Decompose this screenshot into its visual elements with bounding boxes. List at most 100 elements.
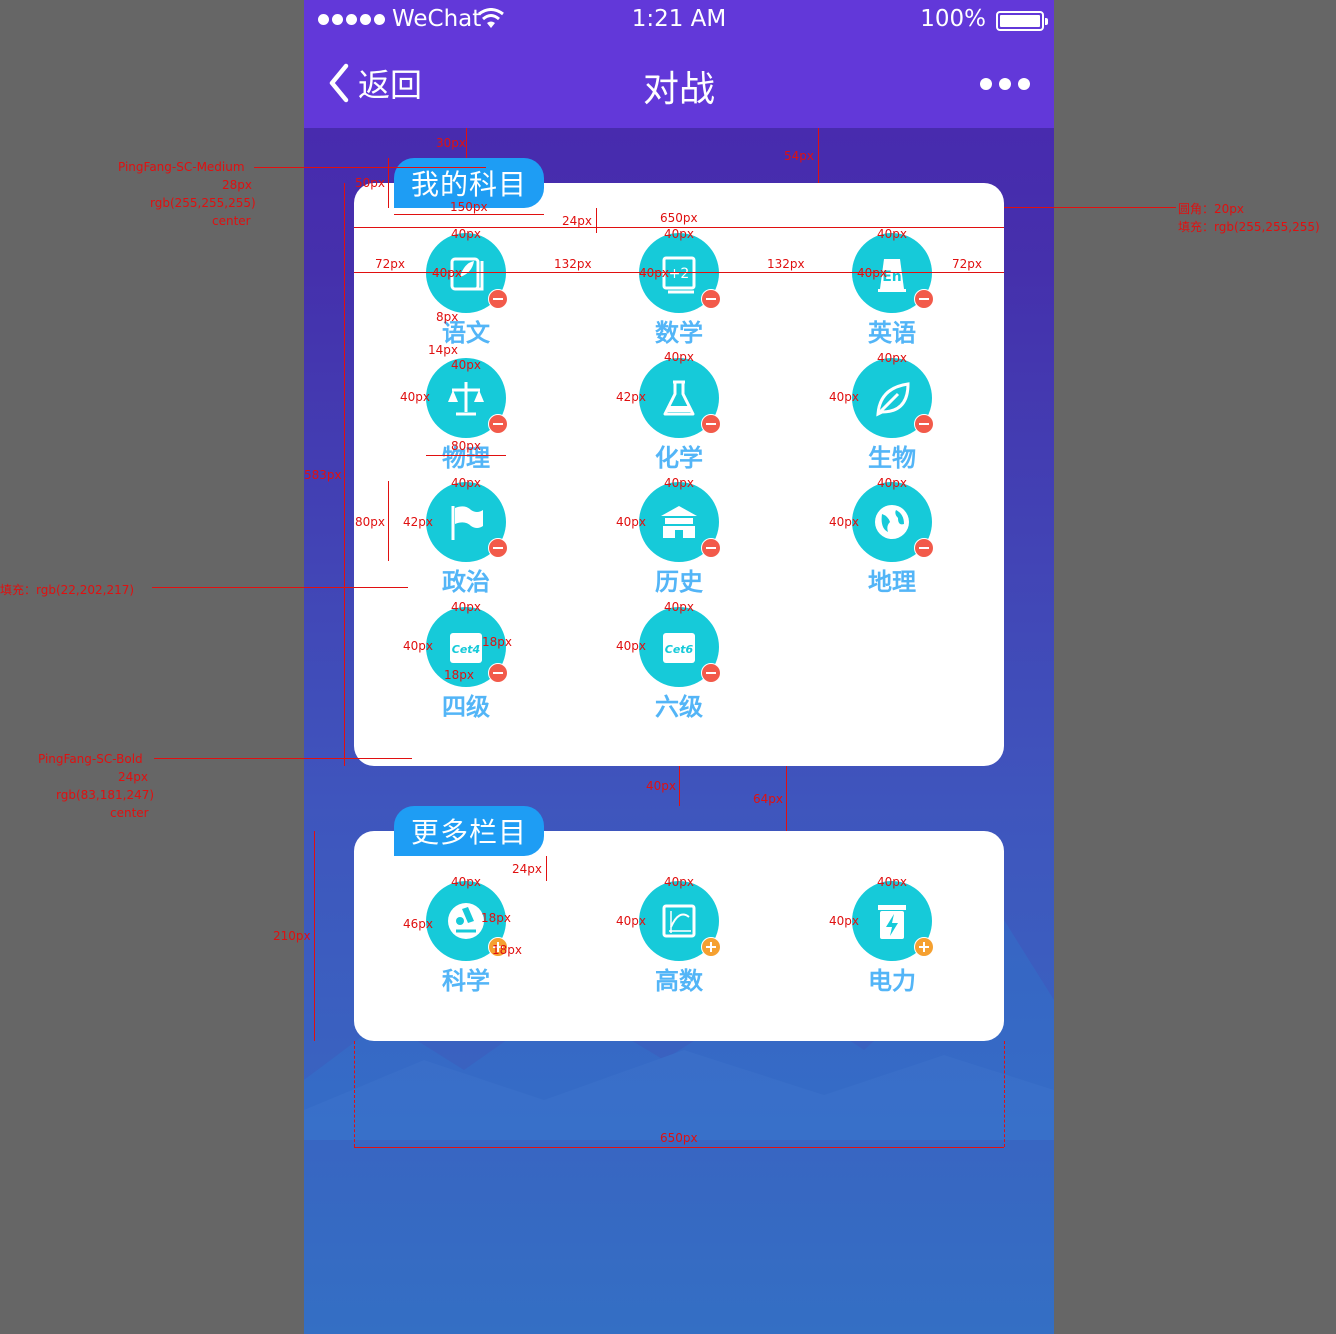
subject-item[interactable]: 政治 xyxy=(406,482,526,602)
subject-label: 语文 xyxy=(442,319,490,347)
anno-40: 40px xyxy=(664,350,694,364)
anno-40: 40px xyxy=(829,390,859,404)
remove-subject-button[interactable] xyxy=(701,662,721,683)
remove-subject-button[interactable] xyxy=(488,289,508,309)
subject-item[interactable]: Cet4 四级 xyxy=(406,606,526,727)
battery-percent: 100% xyxy=(920,6,986,32)
anno-40: 40px xyxy=(451,476,481,490)
more-menu-button[interactable] xyxy=(980,78,1030,90)
add-subject-button[interactable] xyxy=(701,937,721,957)
subject-label: 电力 xyxy=(868,967,916,995)
more-subjects-title: 更多栏目 xyxy=(394,806,544,856)
subject-item[interactable]: 电力 xyxy=(832,881,952,1001)
anno-132-a: 132px xyxy=(554,257,592,271)
nav-bar: 返回 对战 xyxy=(304,40,1054,128)
anno-64: 64px xyxy=(753,792,783,806)
dim-line xyxy=(314,831,315,1041)
remove-subject-button[interactable] xyxy=(914,538,934,558)
anno-40: 40px xyxy=(829,515,859,529)
leader-line xyxy=(254,167,486,168)
anno-40: 40px xyxy=(639,266,669,280)
anno-14: 14px xyxy=(428,343,458,357)
dim-line xyxy=(546,856,547,881)
anno-42: 42px xyxy=(616,390,646,404)
remove-subject-button[interactable] xyxy=(488,662,508,683)
subject-item[interactable]: Cet6 六级 xyxy=(619,606,739,727)
anno-40: 40px xyxy=(451,227,481,241)
anno-fill-cyan: 填充：rgb(22,202,217) xyxy=(0,583,135,597)
remove-subject-button[interactable] xyxy=(488,538,508,558)
subject-item[interactable]: 科学 xyxy=(406,881,526,1001)
anno-54: 54px xyxy=(784,149,814,163)
dim-line xyxy=(388,158,389,208)
subject-item[interactable]: 地理 xyxy=(832,482,952,602)
anno-40: 40px xyxy=(432,266,462,280)
add-subject-button[interactable] xyxy=(914,937,934,957)
anno-title-size: 28px xyxy=(222,178,252,192)
leader-line xyxy=(152,587,408,588)
anno-fill-white: 填充：rgb(255,255,255) xyxy=(1178,220,1320,234)
anno-50: 50px xyxy=(355,176,385,190)
anno-8: 8px xyxy=(436,310,459,324)
anno-radius: 圆角：20px xyxy=(1178,202,1244,216)
subject-item[interactable]: 高数 xyxy=(619,881,739,1001)
anno-42: 42px xyxy=(403,515,433,529)
anno-150: 150px xyxy=(450,200,488,214)
remove-subject-button[interactable] xyxy=(701,538,721,558)
subject-item[interactable]: 语文 xyxy=(406,233,526,353)
anno-24: 24px xyxy=(512,862,542,876)
anno-title-font: PingFang-SC-Medium xyxy=(118,160,245,174)
anno-title-align: center xyxy=(212,214,251,228)
anno-210: 210px xyxy=(273,929,311,943)
anno-650-bottom: 650px xyxy=(660,1131,698,1145)
anno-40: 40px xyxy=(857,266,887,280)
dim-line xyxy=(354,1147,1004,1148)
anno-40: 40px xyxy=(877,227,907,241)
dim-line xyxy=(354,1041,355,1147)
anno-72-left: 72px xyxy=(375,257,405,271)
anno-40: 40px xyxy=(664,227,694,241)
remove-subject-button[interactable] xyxy=(914,413,934,434)
remove-subject-button[interactable] xyxy=(914,289,934,309)
subject-item[interactable]: En 英语 xyxy=(832,233,952,353)
anno-40: 40px xyxy=(616,639,646,653)
remove-subject-button[interactable] xyxy=(488,413,508,434)
subject-item[interactable]: 化学 xyxy=(619,357,739,478)
subject-item[interactable]: 历史 xyxy=(619,482,739,602)
subject-item[interactable]: 物理 xyxy=(406,357,526,478)
svg-text:+2: +2 xyxy=(669,266,690,282)
subject-label: 生物 xyxy=(868,443,916,472)
anno-40: 40px xyxy=(616,515,646,529)
anno-18: 18px xyxy=(444,668,474,682)
dim-line xyxy=(1004,1041,1005,1147)
dim-line xyxy=(679,766,680,806)
remove-subject-button[interactable] xyxy=(701,413,721,434)
svg-text:Cet4: Cet4 xyxy=(452,643,480,656)
anno-40: 40px xyxy=(451,600,481,614)
anno-40: 40px xyxy=(451,875,481,889)
anno-40: 40px xyxy=(403,639,433,653)
status-bar: WeChat 1:21 AM 100% xyxy=(304,0,1054,40)
anno-label-color: rgb(83,181,247) xyxy=(56,788,155,802)
dim-line xyxy=(388,481,389,561)
anno-80-v: 80px xyxy=(355,515,385,529)
anno-40-gap: 40px xyxy=(646,779,676,793)
dim-line xyxy=(818,128,819,183)
subject-item[interactable]: 生物 xyxy=(832,357,952,478)
leader-line xyxy=(154,758,412,759)
anno-132-b: 132px xyxy=(767,257,805,271)
anno-583: 583px xyxy=(304,468,342,482)
anno-46: 46px xyxy=(403,917,433,931)
subject-label: 科学 xyxy=(442,967,490,995)
anno-label-size: 24px xyxy=(118,770,148,784)
subject-label: 英语 xyxy=(868,319,916,347)
anno-title-color: rgb(255,255,255) xyxy=(150,196,256,210)
subject-item[interactable]: +2 数学 xyxy=(619,233,739,353)
dim-line xyxy=(786,766,787,831)
dim-line xyxy=(426,455,506,456)
anno-18: 18px xyxy=(482,635,512,649)
remove-subject-button[interactable] xyxy=(701,289,721,309)
subject-label: 高数 xyxy=(655,967,703,995)
anno-40: 40px xyxy=(877,875,907,889)
anno-30: 30px xyxy=(436,136,466,150)
